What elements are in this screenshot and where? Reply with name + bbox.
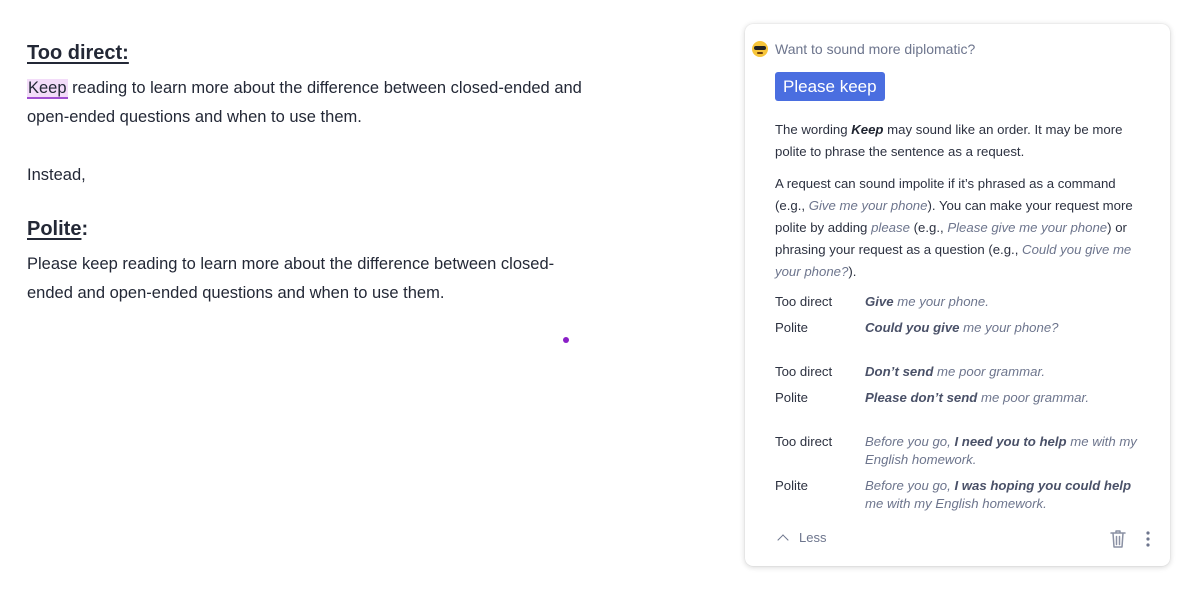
paragraph-too-direct-text: reading to learn more about the differen… bbox=[27, 79, 582, 126]
document-editor[interactable]: Too direct: Keep reading to learn more a… bbox=[27, 38, 587, 308]
example-label: Polite bbox=[775, 390, 808, 405]
explanation-paragraph-2: A request can sound impolite if it’s phr… bbox=[775, 173, 1147, 283]
example-inline: Give me your phone bbox=[808, 198, 928, 213]
example-bold: Don’t send bbox=[865, 364, 934, 379]
paragraph-polite[interactable]: Please keep reading to learn more about … bbox=[27, 250, 587, 308]
heading-too-direct-row: Too direct: bbox=[27, 38, 587, 70]
card-footer: Less bbox=[745, 526, 1170, 554]
emphasized-word: Keep bbox=[851, 122, 884, 137]
flagged-word-keep[interactable]: Keep bbox=[27, 79, 68, 99]
example-text: Could you give me your phone? bbox=[865, 319, 1147, 337]
example-bold: Could you give bbox=[865, 320, 960, 335]
example-text: Give me your phone. bbox=[865, 293, 1147, 311]
heading-too-direct: Too direct: bbox=[27, 42, 129, 64]
explanation-paragraph-1: The wording Keep may sound like an order… bbox=[775, 119, 1147, 163]
example-row: Polite Before you go, I was hoping you c… bbox=[775, 477, 1147, 513]
example-label: Polite bbox=[775, 320, 808, 335]
example-pre: Before you go, bbox=[865, 478, 955, 493]
example-rest: me your phone? bbox=[959, 320, 1059, 335]
accept-suggestion-button[interactable]: Please keep bbox=[775, 72, 885, 101]
example-bold: Give bbox=[865, 294, 894, 309]
example-label: Too direct bbox=[775, 434, 833, 449]
example-inline: Please give me your phone bbox=[947, 220, 1108, 235]
example-text: Before you go, I need you to help me wit… bbox=[865, 433, 1147, 469]
example-rest: me poor grammar. bbox=[933, 364, 1046, 379]
example-text: Don’t send me poor grammar. bbox=[865, 363, 1147, 381]
example-label: Too direct bbox=[775, 364, 833, 379]
chevron-up-icon bbox=[777, 533, 789, 546]
paragraph-too-direct[interactable]: Keep reading to learn more about the dif… bbox=[27, 74, 587, 132]
example-row: Too direct Give me your phone. bbox=[775, 293, 1147, 311]
example-rest: me your phone. bbox=[893, 294, 989, 309]
cursor-dot bbox=[563, 337, 569, 343]
example-row: Polite Could you give me your phone? bbox=[775, 319, 1147, 337]
card-explanation: The wording Keep may sound like an order… bbox=[775, 119, 1147, 521]
less-label: Less bbox=[799, 530, 827, 545]
suggestion-card: Want to sound more diplomatic? Please ke… bbox=[745, 24, 1170, 566]
example-pre: Before you go, bbox=[865, 434, 955, 449]
text: ). bbox=[848, 264, 857, 279]
example-inline: please bbox=[871, 220, 910, 235]
text: The wording bbox=[775, 122, 852, 137]
example-bold: I need you to help bbox=[954, 434, 1067, 449]
card-header: Want to sound more diplomatic? bbox=[752, 41, 975, 57]
less-button[interactable]: Less bbox=[775, 530, 827, 546]
example-label: Polite bbox=[775, 478, 808, 493]
card-header-text: Want to sound more diplomatic? bbox=[775, 41, 976, 57]
example-row: Polite Please don’t send me poor grammar… bbox=[775, 389, 1147, 407]
more-vertical-icon[interactable] bbox=[1140, 529, 1156, 549]
example-rest: me poor grammar. bbox=[977, 390, 1090, 405]
example-label: Too direct bbox=[775, 294, 833, 309]
example-text: Please don’t send me poor grammar. bbox=[865, 389, 1147, 407]
heading-polite: Polite bbox=[27, 218, 82, 240]
example-bold: Please don’t send bbox=[865, 390, 978, 405]
example-row: Too direct Don’t send me poor grammar. bbox=[775, 363, 1147, 381]
example-bold: I was hoping you could help bbox=[954, 478, 1132, 493]
heading-polite-colon: : bbox=[81, 218, 89, 240]
page: Too direct: Keep reading to learn more a… bbox=[0, 0, 1192, 592]
sunglasses-emoji-icon bbox=[752, 41, 768, 57]
example-row: Too direct Before you go, I need you to … bbox=[775, 433, 1147, 469]
examples-list: Too direct Give me your phone. Polite Co… bbox=[775, 293, 1147, 513]
example-rest: me with my English homework. bbox=[865, 496, 1047, 511]
example-text: Before you go, I was hoping you could he… bbox=[865, 477, 1147, 513]
text: (e.g., bbox=[909, 220, 948, 235]
trash-icon[interactable] bbox=[1108, 528, 1128, 550]
heading-polite-row: Polite: bbox=[27, 214, 587, 246]
paragraph-instead[interactable]: Instead, bbox=[27, 161, 587, 190]
